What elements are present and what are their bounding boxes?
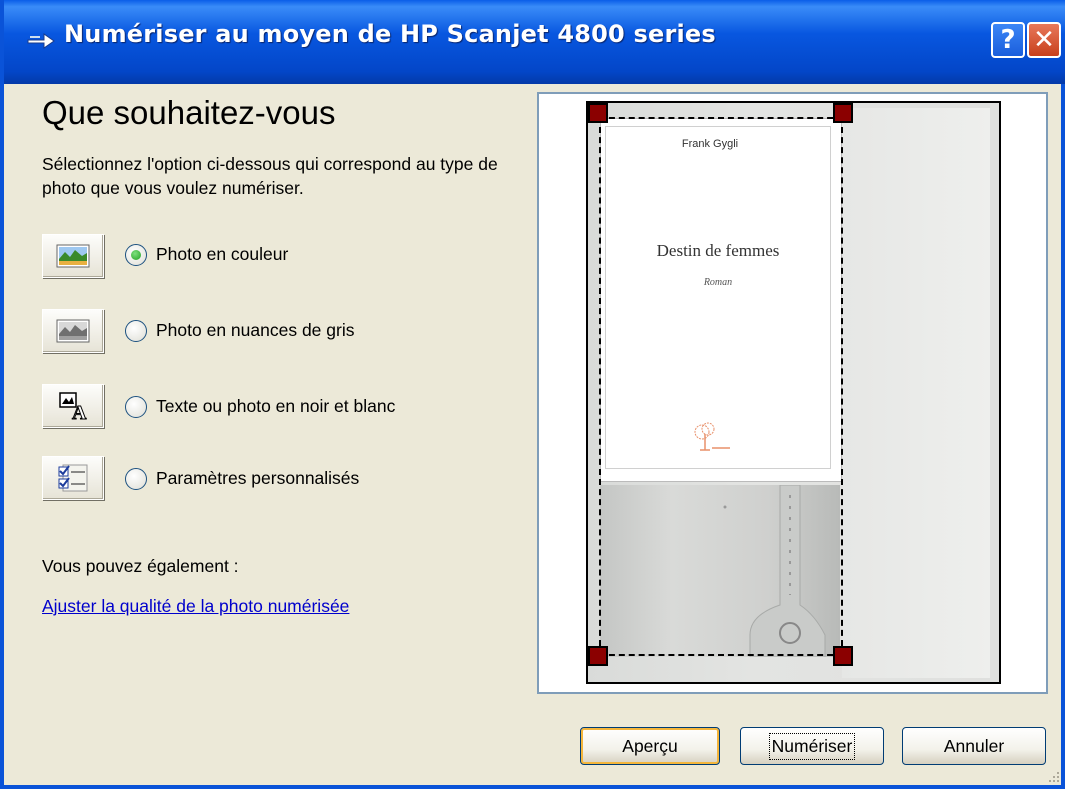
- crop-handle-bottom-right[interactable]: [833, 646, 853, 666]
- option-label-grayscale-photo[interactable]: Photo en nuances de gris: [156, 320, 354, 341]
- crop-selection-box[interactable]: [599, 117, 843, 656]
- window-title: Numériser au moyen de HP Scanjet 4800 se…: [64, 20, 716, 48]
- option-label-black-white[interactable]: Texte ou photo en noir et blanc: [156, 396, 395, 417]
- adjust-quality-link[interactable]: Ajuster la qualité de la photo numérisée: [42, 596, 349, 617]
- also-label: Vous pouvez également :: [42, 556, 239, 576]
- preview-button[interactable]: Aperçu: [580, 727, 720, 765]
- scanner-arrow-icon: [27, 33, 55, 49]
- preview-button-label: Aperçu: [622, 735, 678, 756]
- close-button[interactable]: ✕: [1027, 22, 1061, 58]
- radio-selected-dot: [131, 250, 141, 260]
- help-button[interactable]: ?: [991, 22, 1025, 58]
- resize-grip-icon[interactable]: [1046, 770, 1062, 784]
- cancel-button-label: Annuler: [943, 735, 1005, 756]
- radio-grayscale-photo[interactable]: [125, 320, 147, 342]
- svg-text:A: A: [72, 402, 87, 421]
- custom-settings-icon[interactable]: [42, 456, 104, 500]
- radio-color-photo[interactable]: [125, 244, 147, 266]
- radio-custom-settings[interactable]: [125, 468, 147, 490]
- scan-button[interactable]: Numériser: [740, 727, 884, 765]
- crop-handle-top-right[interactable]: [833, 103, 853, 123]
- scanner-bed-empty-area: [842, 108, 990, 678]
- black-white-text-icon[interactable]: A: [42, 384, 104, 428]
- crop-handle-bottom-left[interactable]: [588, 646, 608, 666]
- instructions-text: Sélectionnez l'option ci-dessous qui cor…: [42, 154, 498, 198]
- title-bar[interactable]: Numériser au moyen de HP Scanjet 4800 se…: [4, 0, 1065, 84]
- option-label-color-photo[interactable]: Photo en couleur: [156, 244, 288, 265]
- page-title: Que souhaitez-vous: [42, 94, 336, 131]
- crop-handle-top-left[interactable]: [588, 103, 608, 123]
- grayscale-photo-icon[interactable]: [42, 309, 104, 353]
- scan-button-label: Numériser: [768, 732, 856, 760]
- color-photo-icon[interactable]: [42, 234, 104, 278]
- radio-black-white[interactable]: [125, 396, 147, 418]
- scan-dialog: Numériser au moyen de HP Scanjet 4800 se…: [0, 0, 1065, 789]
- cancel-button[interactable]: Annuler: [902, 727, 1046, 765]
- option-label-custom-settings[interactable]: Paramètres personnalisés: [156, 468, 359, 489]
